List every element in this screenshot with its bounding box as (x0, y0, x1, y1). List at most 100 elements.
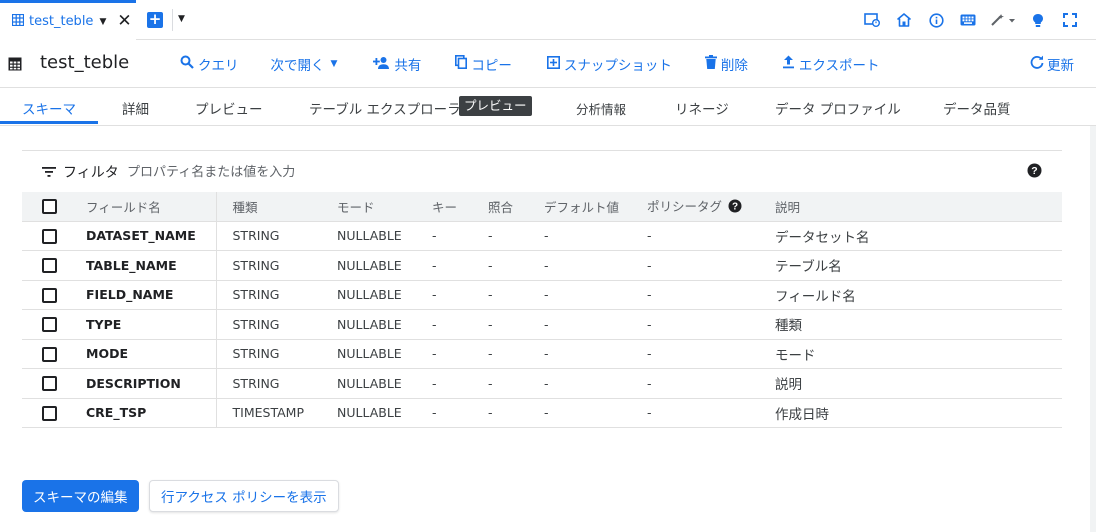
copy-button[interactable]: コピー (455, 54, 512, 74)
filter-icon (42, 166, 56, 181)
field-name: FIELD_NAME (78, 280, 217, 310)
select-all-cell (22, 192, 78, 222)
tab-menu-caret-icon[interactable]: ▼ (99, 17, 106, 27)
search-icon (180, 55, 198, 73)
field-description: テーブル名 (759, 250, 1062, 281)
row-checkbox-cell (22, 368, 78, 399)
view-row-access-policy-button[interactable]: 行アクセス ポリシーを表示 (149, 480, 339, 512)
tab-insights[interactable]: 分析情報 (576, 99, 626, 118)
col-mode[interactable]: モード (321, 192, 416, 222)
field-type: STRING (216, 221, 321, 251)
query-button[interactable]: クエリ (180, 54, 239, 74)
tab-overflow-caret-icon[interactable]: ▼ (178, 14, 185, 24)
field-type: TIMESTAMP (216, 398, 321, 428)
tab-schema[interactable]: スキーマ (22, 98, 76, 118)
col-key[interactable]: キー (416, 192, 472, 222)
field-default: - (528, 280, 631, 310)
col-description[interactable]: 説明 (759, 192, 1062, 222)
row-checkbox[interactable] (42, 228, 57, 244)
row-checkbox[interactable] (42, 258, 57, 274)
page-title: test_teble (40, 52, 130, 73)
tab-lineage[interactable]: リネージ (675, 98, 729, 118)
field-key: - (416, 280, 472, 310)
close-icon[interactable]: ✕ (117, 13, 131, 30)
field-default: - (528, 250, 631, 281)
fullscreen-icon[interactable] (1054, 10, 1086, 30)
row-checkbox[interactable] (42, 405, 57, 421)
row-checkbox-cell (22, 309, 78, 340)
field-default: - (528, 221, 631, 251)
edit-schema-button[interactable]: スキーマの編集 (22, 480, 139, 512)
tab-data-quality[interactable]: データ品質 (943, 98, 1011, 118)
lightbulb-icon[interactable] (1022, 10, 1054, 30)
keyboard-icon[interactable] (952, 10, 984, 30)
upload-icon (782, 55, 799, 73)
tab-preview[interactable]: プレビュー (195, 98, 263, 118)
row-checkbox-cell (22, 339, 78, 369)
scrollbar[interactable] (1090, 126, 1096, 532)
tab-details[interactable]: 詳細 (122, 98, 149, 118)
select-all-checkbox[interactable] (42, 199, 57, 215)
delete-button[interactable]: 削除 (704, 54, 748, 74)
tab-strip: test_teble ▼ ✕ + ▼ (0, 0, 1096, 40)
tab-table-explorer[interactable]: テーブル エクスプローラ (309, 98, 461, 118)
schedule-icon[interactable] (856, 10, 888, 30)
info-icon[interactable] (920, 10, 952, 30)
table-icon (8, 57, 22, 75)
field-description: 説明 (759, 368, 1062, 399)
person-add-icon (373, 56, 394, 73)
share-button[interactable]: 共有 (373, 54, 421, 74)
table-header-row: フィールド名 種類 モード キー 照合 デフォルト値 ポリシータグ ? 説明 (22, 192, 1062, 222)
svg-text:?: ? (1031, 165, 1037, 177)
open-with-button[interactable]: 次で開く ▼ (271, 54, 338, 74)
add-tab-icon[interactable]: + (147, 12, 163, 28)
table-row: FIELD_NAME STRING NULLABLE - - - - フィールド… (22, 280, 1062, 310)
export-button[interactable]: エクスポート (782, 54, 880, 74)
col-policy-tag[interactable]: ポリシータグ (647, 199, 722, 214)
magic-wand-icon[interactable] (984, 10, 1022, 30)
field-collation: - (472, 250, 528, 281)
snapshot-button[interactable]: スナップショット (546, 54, 672, 74)
row-checkbox[interactable] (42, 317, 57, 333)
table-row: DESCRIPTION STRING NULLABLE - - - - 説明 (22, 368, 1062, 399)
col-type[interactable]: 種類 (216, 192, 321, 222)
table-row: TYPE STRING NULLABLE - - - - 種類 (22, 309, 1062, 340)
row-checkbox[interactable] (42, 346, 57, 362)
field-mode: NULLABLE (321, 221, 416, 251)
help-icon[interactable]: ? (728, 199, 742, 216)
detail-tabs: スキーマ 詳細 プレビュー テーブル エクスプローラ プレビュー 分析情報 リネ… (0, 88, 1096, 126)
field-collation: - (472, 368, 528, 399)
snapshot-icon (546, 55, 564, 73)
field-policy-tag: - (631, 309, 759, 340)
filter-label: フィルタ (63, 165, 119, 181)
schema-rows: DATASET_NAME STRING NULLABLE - - - - データ… (22, 221, 1062, 428)
table-row: TABLE_NAME STRING NULLABLE - - - - テーブル名 (22, 250, 1062, 281)
row-checkbox-cell (22, 280, 78, 310)
tab-data-profile[interactable]: データ プロファイル (775, 98, 901, 118)
col-default[interactable]: デフォルト値 (528, 192, 631, 222)
field-name: DATASET_NAME (78, 221, 217, 251)
col-field-name[interactable]: フィールド名 (78, 192, 217, 222)
row-checkbox[interactable] (42, 287, 57, 303)
top-toolbar-icons (856, 10, 1086, 30)
trash-icon (704, 55, 721, 73)
field-description: 作成日時 (759, 398, 1062, 428)
copy-label: コピー (471, 58, 512, 74)
tab-test-teble[interactable]: test_teble ▼ ✕ (0, 0, 136, 40)
row-checkbox-cell (22, 250, 78, 281)
row-checkbox-cell (22, 221, 78, 251)
col-policy-tag-cell: ポリシータグ ? (631, 192, 759, 222)
table-row: DATASET_NAME STRING NULLABLE - - - - データ… (22, 221, 1062, 251)
field-key: - (416, 368, 472, 399)
tab-label: test_teble (29, 14, 94, 29)
col-collation[interactable]: 照合 (472, 192, 528, 222)
field-type: STRING (216, 309, 321, 340)
filter-input[interactable] (127, 159, 1007, 185)
help-icon[interactable]: ? (1027, 163, 1042, 182)
field-description: フィールド名 (759, 280, 1062, 310)
active-tab-indicator (0, 121, 98, 124)
home-icon[interactable] (888, 10, 920, 30)
field-policy-tag: - (631, 221, 759, 251)
refresh-button[interactable]: 更新 (1030, 54, 1074, 74)
row-checkbox[interactable] (42, 376, 57, 392)
